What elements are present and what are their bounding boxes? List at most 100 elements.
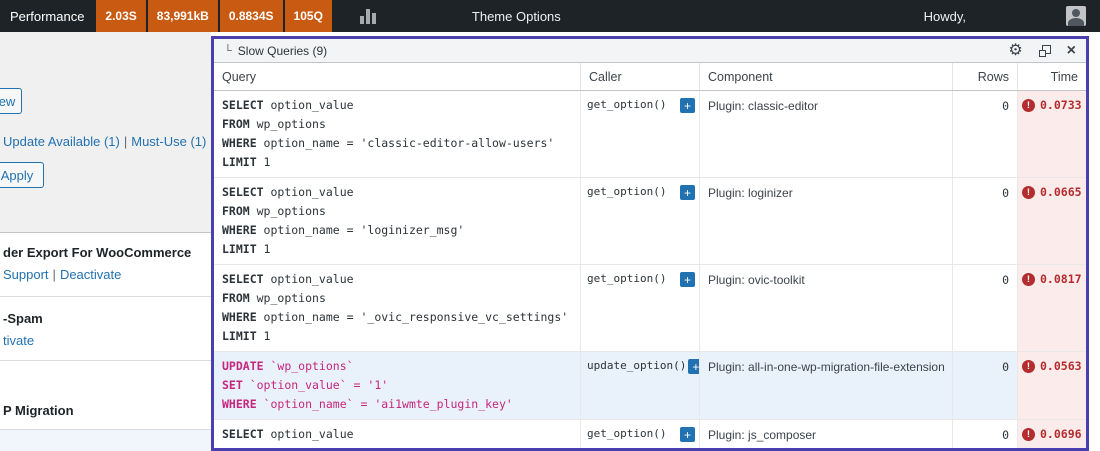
time-value: 0.0817 bbox=[1040, 272, 1082, 286]
caller-function: get_option() bbox=[587, 272, 666, 285]
close-icon[interactable]: × bbox=[1067, 43, 1076, 59]
admin-bar: Performance 2.03S 83,991kB 0.8834S 105Q … bbox=[0, 0, 1100, 32]
time-value: 0.0696 bbox=[1040, 427, 1082, 441]
corner-icon: └ bbox=[224, 45, 232, 57]
caller-function: get_option() bbox=[587, 427, 666, 440]
bar-chart-icon[interactable] bbox=[360, 9, 376, 24]
column-header-rows: Rows bbox=[953, 63, 1018, 90]
panel-header-icons: ⚙ × bbox=[1008, 43, 1076, 59]
query-line: FROM wp_options bbox=[222, 115, 572, 134]
query-cell: SELECT option_value FROM wp_options WHER… bbox=[214, 91, 581, 177]
support-link[interactable]: Support bbox=[3, 267, 49, 282]
query-line: LIMIT 1 bbox=[222, 153, 572, 172]
qm-badge-memory[interactable]: 83,991kB bbox=[148, 0, 218, 32]
query-line: SELECT option_value bbox=[222, 425, 572, 444]
user-avatar[interactable] bbox=[1066, 6, 1086, 26]
gear-icon[interactable]: ⚙ bbox=[1008, 43, 1022, 59]
caller-function: get_option() bbox=[587, 98, 666, 111]
query-line: SELECT option_value bbox=[222, 96, 572, 115]
time-cell: ! 0.0563 bbox=[1018, 352, 1088, 419]
warning-icon: ! bbox=[1022, 273, 1035, 286]
column-header-component: Component bbox=[700, 63, 953, 90]
expand-caller-button[interactable]: + bbox=[680, 185, 695, 200]
plugin-filters: Update Available (1)|Must-Use (1) bbox=[3, 134, 206, 149]
screen: Performance 2.03S 83,991kB 0.8834S 105Q … bbox=[0, 0, 1100, 451]
query-monitor-panel: └ Slow Queries (9) ⚙ × Query Caller Comp… bbox=[211, 36, 1089, 451]
plugin-row: -Spam tivate bbox=[0, 297, 211, 361]
query-line: WHERE option_name = 'classic-editor-allo… bbox=[222, 134, 572, 153]
rows-cell: 0 bbox=[953, 178, 1018, 264]
caller-cell: get_option() + bbox=[581, 178, 700, 264]
expand-caller-button[interactable]: + bbox=[680, 272, 695, 287]
plugins-page-background: ew Update Available (1)|Must-Use (1) App… bbox=[0, 32, 211, 451]
admin-bar-performance[interactable]: Performance bbox=[0, 9, 96, 24]
query-line: FROM wp_options bbox=[222, 289, 572, 308]
component-cell: Plugin: ovic-toolkit bbox=[700, 265, 953, 351]
warning-icon: ! bbox=[1022, 99, 1035, 112]
time-value: 0.0733 bbox=[1040, 98, 1082, 112]
column-header-query: Query bbox=[214, 63, 581, 90]
activate-link[interactable]: tivate bbox=[3, 333, 34, 348]
panel-header: └ Slow Queries (9) ⚙ × bbox=[214, 39, 1086, 63]
caller-function: get_option() bbox=[587, 185, 666, 198]
query-line: WHERE option_name = 'loginizer_msg' bbox=[222, 221, 572, 240]
apply-button[interactable]: Apply bbox=[0, 162, 44, 188]
warning-icon: ! bbox=[1022, 360, 1035, 373]
caller-cell: get_option() + bbox=[581, 265, 700, 351]
time-value: 0.0665 bbox=[1040, 185, 1082, 199]
qm-badge-db-time[interactable]: 0.8834S bbox=[220, 0, 283, 32]
new-button[interactable]: ew bbox=[0, 88, 22, 114]
expand-caller-button[interactable]: + bbox=[688, 359, 700, 374]
query-line: FROM wp_options bbox=[222, 202, 572, 221]
time-cell: ! 0.0817 bbox=[1018, 265, 1088, 351]
plugin-links: tivate bbox=[3, 333, 34, 348]
qm-badge-query-count[interactable]: 105Q bbox=[285, 0, 332, 32]
query-line: SELECT option_value bbox=[222, 183, 572, 202]
plugin-row-highlight bbox=[0, 429, 211, 451]
query-row: SELECT option_value FROM wp_options WHER… bbox=[214, 178, 1086, 265]
query-row: SELECT option_value FROM wp_options WHER… bbox=[214, 91, 1086, 178]
caller-cell: get_option() + bbox=[581, 420, 700, 449]
plugin-row: P Migration bbox=[0, 361, 211, 429]
time-cell: ! 0.0665 bbox=[1018, 178, 1088, 264]
link-separator: | bbox=[49, 267, 60, 282]
admin-bar-howdy[interactable]: Howdy, bbox=[924, 9, 966, 24]
warning-icon: ! bbox=[1022, 428, 1035, 441]
caller-cell: get_option() + bbox=[581, 91, 700, 177]
popout-icon[interactable] bbox=[1039, 45, 1051, 57]
query-line: WHERE `option_name` = 'ai1wmte_plugin_ke… bbox=[222, 395, 572, 414]
avatar-body-icon bbox=[1068, 18, 1084, 26]
panel-title: Slow Queries (9) bbox=[238, 44, 327, 58]
column-header-caller: Caller bbox=[581, 63, 700, 90]
rows-cell: 0 bbox=[953, 352, 1018, 419]
query-row-highlighted: UPDATE `wp_options` SET `option_value` =… bbox=[214, 352, 1086, 420]
query-line: WHERE option_name = '_ovic_responsive_vc… bbox=[222, 308, 572, 327]
query-line: SELECT option_value bbox=[222, 270, 572, 289]
qm-badge-page-time[interactable]: 2.03S bbox=[96, 0, 145, 32]
query-line: SET `option_value` = '1' bbox=[222, 376, 572, 395]
query-cell: SELECT option_value FROM wp_options WHER… bbox=[214, 178, 581, 264]
table-header: Query Caller Component Rows Time bbox=[214, 63, 1086, 91]
component-cell: Plugin: classic-editor bbox=[700, 91, 953, 177]
query-line: UPDATE `wp_options` bbox=[222, 357, 572, 376]
caller-function: update_option() bbox=[587, 359, 686, 372]
plugin-row: der Export For WooCommerce Support|Deact… bbox=[0, 233, 211, 297]
query-cell: SELECT option_value bbox=[214, 420, 581, 449]
expand-caller-button[interactable]: + bbox=[680, 427, 695, 442]
plugin-links: Support|Deactivate bbox=[3, 267, 121, 282]
deactivate-link[interactable]: Deactivate bbox=[60, 267, 121, 282]
caller-cell: update_option() + bbox=[581, 352, 700, 419]
filter-must-use-link[interactable]: Must-Use (1) bbox=[131, 134, 206, 149]
expand-caller-button[interactable]: + bbox=[680, 98, 695, 113]
component-cell: Plugin: all-in-one-wp-migration-file-ext… bbox=[700, 352, 953, 419]
filter-update-available-link[interactable]: Update Available (1) bbox=[3, 134, 120, 149]
component-cell: Plugin: js_composer bbox=[700, 420, 953, 449]
plugin-name: P Migration bbox=[3, 403, 74, 418]
rows-cell: 0 bbox=[953, 265, 1018, 351]
admin-bar-theme-options[interactable]: Theme Options bbox=[472, 9, 561, 24]
plugin-name: -Spam bbox=[3, 311, 43, 326]
query-cell: SELECT option_value FROM wp_options WHER… bbox=[214, 265, 581, 351]
query-row: SELECT option_value get_option() + Plugi… bbox=[214, 420, 1086, 450]
time-value: 0.0563 bbox=[1040, 359, 1082, 373]
warning-icon: ! bbox=[1022, 186, 1035, 199]
